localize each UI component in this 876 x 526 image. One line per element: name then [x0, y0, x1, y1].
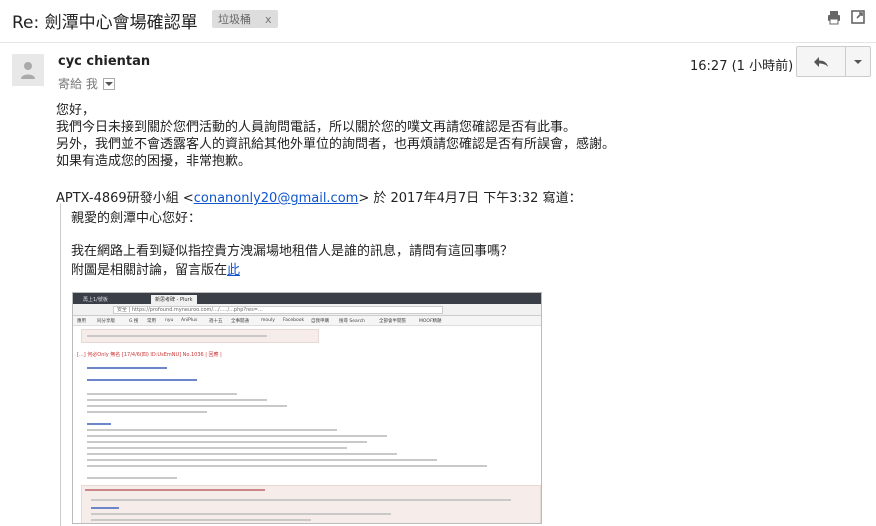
recipient-text: 寄給 我: [58, 77, 98, 91]
screenshot-tab-active: 新思考碑 - Plurk: [151, 295, 197, 304]
screenshot-text-line: [87, 435, 387, 437]
screenshot-text-line: [91, 519, 311, 521]
screenshot-bookmark: 自我申購: [311, 319, 329, 324]
screenshot-bookmark: G 搜: [129, 319, 139, 324]
divider: [0, 42, 876, 43]
screenshot-bookmark: 週十五: [209, 319, 223, 324]
reply-icon: [814, 56, 828, 67]
board-link[interactable]: 此: [227, 263, 240, 278]
message-body: 您好， 我們今日未接到關於您們活動的人員詢問電話，所以關於您的噗文再請您確認是否…: [56, 102, 615, 170]
quote-line: 附圖是相關討論，留言版在此: [71, 259, 240, 278]
reply-button[interactable]: [796, 46, 846, 77]
screenshot-bookmark: MOOF精題: [419, 319, 442, 324]
quote-line: 我在網路上看到疑似指控貴方洩漏場地租借人是誰的訊息，請問有這回事嗎？: [71, 244, 514, 259]
quote-line-text: 附圖是相關討論，留言版在: [71, 263, 228, 278]
open-new-window-icon[interactable]: [850, 9, 866, 25]
screenshot-link-line: [91, 507, 119, 509]
screenshot-page: [...] 何必Only 無名 [17/4/6(四) ID:UsEmNU] No…: [73, 327, 541, 523]
body-line: 另外，我們並不會透露客人的資訊給其他外單位的詢問者，也再煩請您確認是否有所誤會，…: [56, 137, 616, 152]
screenshot-bookmark: 同分享版: [97, 319, 115, 324]
screenshot-text-line: [87, 335, 267, 337]
more-options-button[interactable]: [845, 46, 871, 77]
screenshot-bookmark: nyu: [165, 318, 174, 323]
remove-label-button[interactable]: x: [265, 13, 272, 26]
chevron-down-icon: [854, 59, 862, 64]
body-line: 我們今日未接到關於您們活動的人員詢問電話，所以關於您的噗文再請您確認是否有此事。: [56, 120, 577, 135]
screenshot-text-line: [87, 447, 347, 449]
person-icon: [21, 62, 35, 79]
show-details-button[interactable]: [102, 77, 115, 90]
attached-screenshot-image[interactable]: 再上1/號板 新思考碑 - Plurk 安全 | https://profoun…: [72, 292, 542, 524]
screenshot-url: 安全 | https://profound.myneuroo.com/.../.…: [113, 306, 443, 314]
subject-bar: Re: 劍潭中心會場確認單 垃圾桶 x: [0, 0, 876, 40]
screenshot-text-line: [87, 465, 487, 467]
screenshot-text-line: [91, 513, 391, 515]
screenshot-text-line: [87, 459, 437, 461]
screenshot-text-line: [87, 411, 207, 413]
screenshot-link-line: [87, 423, 111, 425]
screenshot-bookmark: 全事開通: [231, 319, 249, 324]
chevron-down-icon: [104, 81, 113, 86]
screenshot-bookmark: Facebook: [283, 318, 305, 323]
screenshot-text-line: [87, 453, 397, 455]
recipient-line: 寄給 我: [58, 75, 115, 92]
body-line: 如果有造成您的困擾，非常抱歉。: [56, 154, 252, 169]
screenshot-text-line: [87, 405, 287, 407]
screenshot-address-bar: 安全 | https://profound.myneuroo.com/.../.…: [73, 304, 541, 316]
message-time: 16:27 (1 小時前): [690, 59, 794, 74]
quote-greeting: 親愛的劍潭中心您好：: [71, 211, 202, 226]
screenshot-text-line: [87, 441, 367, 443]
screenshot-link-line: [87, 367, 167, 369]
print-icon[interactable]: [826, 9, 842, 25]
screenshot-text-line: [91, 499, 511, 501]
screenshot-bookmark: 搜尋 Search: [339, 319, 365, 324]
screenshot-link-line: [87, 379, 197, 381]
email-subject: Re: 劍潭中心會場確認單: [12, 13, 198, 33]
screenshot-post-title: [...] 何必Only 無名 [17/4/6(四) ID:UsEmNU] No…: [77, 352, 222, 358]
avatar[interactable]: [12, 54, 44, 86]
label-chip-text: 垃圾桶: [218, 13, 251, 26]
screenshot-text-line: [85, 489, 265, 491]
label-chip-trash[interactable]: 垃圾桶 x: [212, 10, 278, 28]
screenshot-tab-strip: 再上1/號板 新思考碑 - Plurk: [73, 293, 541, 304]
screenshot-bookmark: 全部會半開張: [379, 319, 406, 324]
screenshot-tab: 再上1/號板: [83, 297, 108, 303]
screenshot-bookmark: mouly: [261, 318, 275, 323]
screenshot-text-line: [87, 399, 267, 401]
sender-name[interactable]: cyc chientan: [58, 54, 150, 69]
screenshot-bookmark: 應用: [77, 319, 86, 324]
screenshot-text-line: [87, 429, 337, 431]
screenshot-bookmarks-bar: 應用 同分享版 G 搜 常用 nyu AniPlus 週十五 全事開通 moul…: [73, 316, 541, 326]
screenshot-text-line: [87, 393, 237, 395]
screenshot-bookmark: AniPlus: [181, 318, 198, 323]
screenshot-bookmark: 常用: [147, 319, 156, 324]
screenshot-text-line: [87, 477, 177, 479]
body-line: 您好，: [56, 103, 96, 118]
